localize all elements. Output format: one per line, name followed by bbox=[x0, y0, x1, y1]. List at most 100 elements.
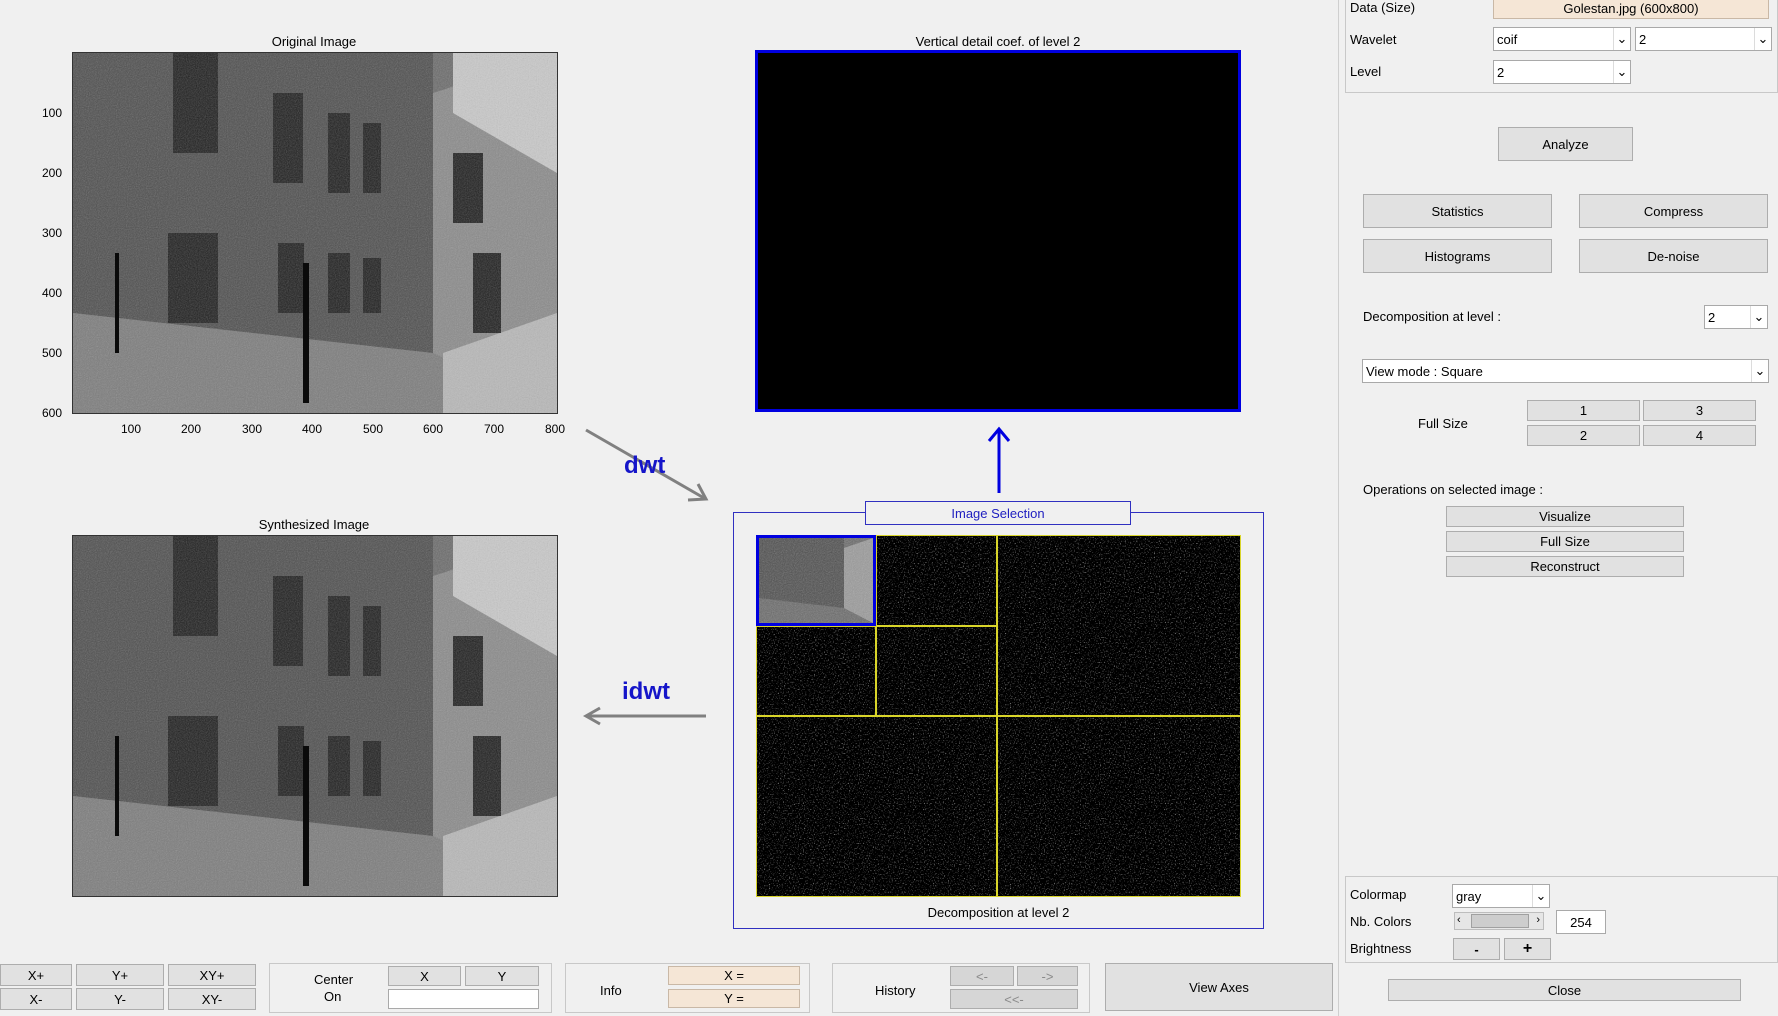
chevron-down-icon: ⌄ bbox=[1613, 28, 1630, 50]
nb-colors-label: Nb. Colors bbox=[1350, 914, 1412, 929]
decomposition-level-value: 2 bbox=[1708, 309, 1716, 325]
xtick: 100 bbox=[121, 422, 142, 436]
synthesized-photo bbox=[73, 536, 557, 896]
level-value: 2 bbox=[1497, 64, 1505, 80]
wavelet-order-value: 2 bbox=[1639, 31, 1647, 47]
y-minus-button[interactable]: Y- bbox=[76, 988, 164, 1010]
compress-button[interactable]: Compress bbox=[1579, 194, 1768, 228]
nb-colors-field[interactable]: 254 bbox=[1556, 910, 1606, 934]
colormap-label: Colormap bbox=[1350, 887, 1407, 902]
brightness-label: Brightness bbox=[1350, 941, 1412, 956]
dwt-label: dwt bbox=[624, 452, 666, 479]
chevron-left-icon[interactable]: ‹ bbox=[1457, 914, 1461, 926]
on-label: On bbox=[324, 989, 342, 1004]
decomposition-axes[interactable] bbox=[756, 535, 1241, 897]
detail-cell-h2[interactable] bbox=[876, 535, 997, 626]
wavelet-family-value: coif bbox=[1497, 31, 1518, 47]
original-image-axes[interactable] bbox=[72, 52, 558, 414]
wavelet-label: Wavelet bbox=[1350, 32, 1397, 47]
chevron-down-icon: ⌄ bbox=[1750, 306, 1767, 328]
ytick: 400 bbox=[42, 286, 63, 300]
xtick: 400 bbox=[302, 422, 323, 436]
x-plus-button[interactable]: X+ bbox=[0, 964, 72, 986]
colormap-select[interactable]: gray ⌄ bbox=[1452, 884, 1550, 908]
cell-texture bbox=[877, 627, 996, 715]
history-label: History bbox=[875, 983, 916, 998]
level-select[interactable]: 2 ⌄ bbox=[1493, 60, 1631, 84]
histograms-button[interactable]: Histograms bbox=[1363, 239, 1552, 273]
brightness-plus-button[interactable]: + bbox=[1504, 938, 1551, 960]
synthesized-image-axes[interactable] bbox=[72, 535, 558, 897]
visualize-button[interactable]: Visualize bbox=[1446, 506, 1684, 527]
center-x-button[interactable]: X bbox=[388, 966, 461, 986]
cell-texture bbox=[998, 536, 1240, 715]
history-back-button[interactable]: <- bbox=[950, 966, 1014, 986]
wavelet-order-select[interactable]: 2 ⌄ bbox=[1635, 27, 1772, 51]
x-minus-button[interactable]: X- bbox=[0, 988, 72, 1010]
data-size-label: Data (Size) bbox=[1350, 0, 1416, 15]
full-size-button[interactable]: Full Size bbox=[1446, 531, 1684, 552]
xtick: 500 bbox=[363, 422, 384, 436]
cell-texture bbox=[757, 717, 996, 896]
view-axes-button[interactable]: View Axes bbox=[1105, 963, 1333, 1011]
approx-thumbnail bbox=[759, 538, 873, 623]
full-size-label: Full Size bbox=[1418, 416, 1468, 431]
detail-cell-v1[interactable] bbox=[756, 716, 997, 897]
ytick: 200 bbox=[42, 166, 63, 180]
view-mode-select[interactable]: View mode : Square ⌄ bbox=[1362, 359, 1769, 383]
xtick: 600 bbox=[423, 422, 444, 436]
brightness-minus-button[interactable]: - bbox=[1453, 938, 1500, 960]
full-size-1-button[interactable]: 1 bbox=[1527, 400, 1640, 421]
colormap-value: gray bbox=[1456, 888, 1482, 904]
detail-cell-d2[interactable] bbox=[876, 626, 997, 716]
image-selection-label: Image Selection bbox=[865, 501, 1131, 525]
ytick: 500 bbox=[42, 346, 63, 360]
history-first-button[interactable]: <<- bbox=[950, 989, 1078, 1009]
full-size-3-button[interactable]: 3 bbox=[1643, 400, 1756, 421]
chevron-down-icon: ⌄ bbox=[1613, 61, 1630, 83]
chevron-down-icon: ⌄ bbox=[1532, 885, 1549, 907]
statistics-button[interactable]: Statistics bbox=[1363, 194, 1552, 228]
view-mode-value: View mode : Square bbox=[1366, 363, 1483, 379]
cell-texture bbox=[757, 627, 875, 715]
chevron-down-icon: ⌄ bbox=[1751, 360, 1768, 382]
decomposition-level-select[interactable]: 2 ⌄ bbox=[1704, 305, 1768, 329]
center-on-input[interactable] bbox=[388, 989, 539, 1009]
y-plus-button[interactable]: Y+ bbox=[76, 964, 164, 986]
xy-plus-button[interactable]: XY+ bbox=[168, 964, 256, 986]
detail-cell-h1[interactable] bbox=[997, 535, 1241, 716]
approx-cell[interactable] bbox=[756, 535, 876, 626]
xy-minus-button[interactable]: XY- bbox=[168, 988, 256, 1010]
detail-cell-d1[interactable] bbox=[997, 716, 1241, 897]
divider bbox=[1338, 0, 1339, 1016]
full-size-4-button[interactable]: 4 bbox=[1643, 425, 1756, 446]
nb-colors-slider[interactable]: ‹ › bbox=[1454, 912, 1544, 930]
denoise-button[interactable]: De-noise bbox=[1579, 239, 1768, 273]
up-arrow bbox=[987, 426, 1011, 493]
vertical-detail-image bbox=[758, 53, 1238, 409]
full-size-2-button[interactable]: 2 bbox=[1527, 425, 1640, 446]
level-label: Level bbox=[1350, 64, 1382, 79]
xtick: 200 bbox=[181, 422, 202, 436]
building-photo bbox=[73, 53, 557, 413]
idwt-label: idwt bbox=[622, 678, 670, 705]
reconstruct-button[interactable]: Reconstruct bbox=[1446, 556, 1684, 577]
center-label: Center bbox=[314, 972, 354, 987]
xtick: 700 bbox=[484, 422, 505, 436]
ytick: 600 bbox=[42, 406, 63, 420]
operations-label: Operations on selected image : bbox=[1363, 482, 1543, 497]
detail-cell-v2[interactable] bbox=[756, 626, 876, 716]
vertical-detail-axes[interactable] bbox=[755, 50, 1241, 412]
chevron-right-icon[interactable]: › bbox=[1536, 914, 1540, 926]
xtick: 300 bbox=[242, 422, 263, 436]
vertical-detail-title: Vertical detail coef. of level 2 bbox=[915, 34, 1081, 49]
center-y-button[interactable]: Y bbox=[465, 966, 539, 986]
close-button[interactable]: Close bbox=[1388, 979, 1741, 1001]
original-image-title: Original Image bbox=[271, 34, 357, 49]
decomposition-level-label: Decomposition at level : bbox=[1363, 309, 1502, 324]
history-forward-button[interactable]: -> bbox=[1017, 966, 1078, 986]
info-x-field: X = bbox=[668, 966, 800, 985]
wavelet-family-select[interactable]: coif ⌄ bbox=[1493, 27, 1631, 51]
analyze-button[interactable]: Analyze bbox=[1498, 127, 1633, 161]
slider-thumb[interactable] bbox=[1471, 914, 1529, 928]
